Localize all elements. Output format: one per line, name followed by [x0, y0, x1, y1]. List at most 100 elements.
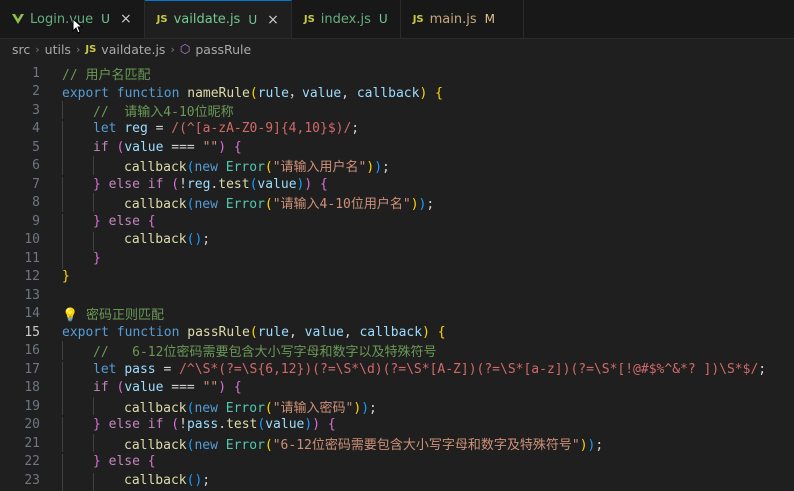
breadcrumb-item-symbol[interactable]: passRule — [195, 42, 251, 57]
indent-guide — [93, 472, 94, 491]
line-number: 2 — [32, 84, 40, 100]
close-icon[interactable]: × — [267, 12, 279, 28]
code-line[interactable]: 14 💡 密码正则匹配 — [0, 304, 794, 323]
code-line[interactable]: 13 — [0, 286, 794, 305]
code-line[interactable]: 2 export function nameRule(rule，value, ca… — [0, 83, 794, 102]
code-token: let — [93, 361, 125, 377]
code-line[interactable]: 17 let pass = /^\S*(?=\S{6,12})(?=\S*\d)(… — [0, 360, 794, 381]
code-token: { — [437, 324, 446, 340]
code-token: callback — [124, 472, 187, 488]
git-status-badge: M — [484, 12, 495, 26]
code-token: { — [233, 139, 242, 155]
line-number: 3 — [32, 102, 40, 118]
code-token: callback — [124, 232, 187, 248]
code-line[interactable]: 15 export function passRule(rule, value, … — [0, 323, 794, 342]
line-code: 💡 密码正则匹配 — [62, 304, 164, 323]
line-number: 7 — [32, 176, 40, 192]
code-line[interactable]: 18 if (value === "") { — [0, 379, 794, 399]
code-token: value — [302, 86, 342, 102]
code-token: new — [194, 197, 226, 213]
line-number: 17 — [24, 361, 40, 377]
code-token: { — [320, 176, 328, 192]
code-line[interactable]: 9} else { — [0, 212, 794, 233]
code-line[interactable]: 5 if (value === "") { — [0, 138, 794, 159]
code-line[interactable]: 12} — [0, 268, 794, 287]
line-number: 12 — [24, 269, 40, 285]
indent-guide — [93, 396, 94, 416]
code-token: test — [226, 417, 258, 433]
code-editor[interactable]: 1// 用户名匹配 2 export function nameRule(rule，… — [0, 60, 794, 491]
chevron-right-icon: › — [35, 42, 40, 56]
code-line[interactable]: 10 callback(); — [0, 231, 794, 251]
line-code: } else if (!reg.test(value)) { — [62, 176, 328, 196]
code-token: () — [186, 232, 203, 248]
code-line[interactable]: 7 } else if (!reg.test(value)) { — [0, 175, 794, 196]
git-status-badge: U — [248, 12, 258, 27]
code-line[interactable]: 6 callback(new Error("请输入用户名")); — [0, 156, 794, 176]
code-token: ) — [312, 417, 321, 433]
indent-guide — [62, 250, 63, 270]
code-token: ; — [202, 472, 211, 488]
line-code: callback(new Error("请输入密码")); — [62, 396, 377, 416]
line-number: 13 — [24, 287, 40, 303]
breadcrumb-item-file[interactable]: vaildate.js — [101, 42, 165, 57]
code-token: ) — [410, 197, 419, 213]
breadcrumb-item-utils[interactable]: utils — [45, 42, 71, 57]
code-token: ; — [595, 437, 604, 453]
code-token: value — [257, 176, 297, 192]
code-token: callback — [124, 160, 187, 176]
tab-index-js[interactable]: JS index.js U — [291, 0, 401, 38]
code-token: new — [194, 160, 226, 176]
code-token: Error — [225, 400, 265, 416]
line-code: if (value === "") { — [62, 380, 242, 399]
indent-guide — [62, 396, 63, 416]
code-token: } — [93, 176, 101, 192]
code-line[interactable]: 11} — [0, 249, 794, 270]
indent-guide — [93, 232, 94, 251]
code-token: value — [265, 417, 305, 433]
line-number: 9 — [32, 213, 40, 229]
code-token: === — [163, 380, 203, 396]
code-line[interactable]: 21 callback(new Error("6-12位密码需要包含大小写字母和数… — [0, 433, 794, 453]
code-token: ; — [382, 160, 390, 176]
code-token: // 用户名匹配 — [62, 67, 151, 83]
code-token: if — [93, 139, 117, 155]
line-code: } else if (!pass.test(value)) { — [62, 417, 336, 436]
code-token: else if — [108, 176, 172, 192]
code-token: ! — [179, 176, 187, 192]
tab-label: index.js — [320, 11, 371, 27]
indent-guide — [62, 454, 63, 473]
code-line[interactable]: 23 callback(); — [0, 471, 794, 491]
code-token: callback — [124, 437, 187, 453]
close-icon[interactable]: × — [120, 11, 132, 27]
indent-guide — [93, 156, 94, 175]
code-token: . — [218, 417, 227, 433]
code-line[interactable]: 3 // 请输入4-10位昵称 — [0, 100, 794, 120]
breadcrumb-item-src[interactable]: src — [12, 42, 30, 57]
line-code: let pass = /^\S*(?=\S{6,12})(?=\S*\d)(?=… — [62, 361, 766, 381]
code-line[interactable]: 16 // 6-12位密码需要包含大小写字母和数字以及特殊符号 — [0, 341, 794, 361]
code-line[interactable]: 8 callback(new Error("请输入4-10位用户名")); — [0, 193, 794, 213]
code-token: ; — [426, 197, 435, 213]
line-number: 21 — [24, 435, 40, 451]
tab-label: main.js — [429, 11, 477, 27]
code-line[interactable]: 20 } else if (!pass.test(value)) { — [0, 416, 794, 436]
code-line[interactable]: 22} else { — [0, 453, 794, 473]
code-line[interactable]: 19 callback(new Error("请输入密码")); — [0, 396, 794, 416]
code-line[interactable]: 4 let reg = /(^[a-zA-Z0-9]{4,10}$)/; — [0, 120, 794, 140]
code-token: function — [116, 324, 188, 340]
tab-main-js[interactable]: JS main.js M — [400, 0, 524, 38]
chevron-right-icon: › — [75, 42, 81, 56]
code-token: // 6-12位密码需要包含大小写字母和数字以及特殊符号 — [93, 345, 437, 361]
tab-vaildate-js[interactable]: JS vaildate.js U × — [144, 0, 292, 38]
code-line[interactable]: 1 // 用户名匹配 — [0, 64, 794, 83]
code-token: Error — [225, 197, 265, 213]
line-number: 20 — [24, 417, 40, 433]
code-token: Error — [225, 160, 265, 176]
code-token: { — [435, 86, 443, 102]
